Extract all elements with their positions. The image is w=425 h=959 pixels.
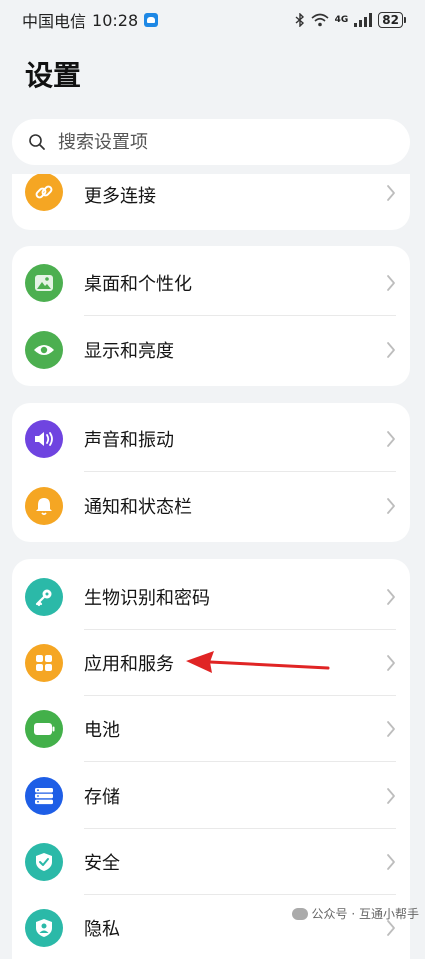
clock: 10:28 bbox=[92, 10, 139, 30]
settings-item-biometrics-password[interactable]: 生物识别和密码 bbox=[12, 564, 410, 630]
signal-icon bbox=[354, 13, 373, 27]
network-type-label: 4G bbox=[334, 15, 349, 25]
settings-item-label: 隐私 bbox=[84, 919, 120, 940]
settings-item-label: 声音和振动 bbox=[84, 430, 174, 451]
settings-item-display-brightness[interactable]: 显示和亮度 bbox=[12, 317, 410, 383]
shield-check-icon bbox=[25, 843, 63, 881]
search-bar[interactable] bbox=[12, 119, 410, 165]
apps-icon bbox=[25, 644, 63, 682]
link-icon bbox=[25, 174, 63, 211]
status-left: 中国电信 10:28 bbox=[22, 8, 159, 32]
carrier-label: 中国电信 bbox=[22, 12, 87, 31]
settings-item-desktop-personalization[interactable]: 桌面和个性化 bbox=[12, 250, 410, 316]
settings-item-sound-vibration[interactable]: 声音和振动 bbox=[12, 406, 410, 472]
watermark: 公众号 · 互通小帮手 bbox=[291, 905, 419, 922]
wifi-icon bbox=[311, 13, 329, 27]
key-icon bbox=[25, 578, 63, 616]
wechat-icon bbox=[291, 907, 308, 920]
settings-card-display: 桌面和个性化 显示和亮度 bbox=[12, 246, 410, 386]
chevron-right-icon bbox=[387, 589, 395, 605]
divider bbox=[84, 761, 396, 762]
settings-card-connections: 更多连接 bbox=[12, 174, 410, 230]
chevron-right-icon bbox=[387, 498, 395, 514]
settings-item-label: 应用和服务 bbox=[84, 654, 174, 675]
chevron-right-icon bbox=[387, 788, 395, 804]
chevron-right-icon bbox=[387, 185, 395, 201]
storage-icon bbox=[25, 777, 63, 815]
bell-icon bbox=[25, 487, 63, 525]
chevron-right-icon bbox=[387, 721, 395, 737]
speaker-icon bbox=[25, 420, 63, 458]
settings-item-label: 显示和亮度 bbox=[84, 341, 174, 362]
page-title: 设置 bbox=[25, 59, 82, 92]
bluetooth-icon bbox=[295, 13, 304, 27]
search-input[interactable] bbox=[56, 130, 380, 154]
divider bbox=[84, 315, 396, 316]
settings-card-system: 生物识别和密码 应用和服务 电池 存储 安全 隐私 bbox=[12, 559, 410, 959]
settings-item-storage[interactable]: 存储 bbox=[12, 763, 410, 829]
settings-item-label: 存储 bbox=[84, 787, 120, 808]
settings-item-security[interactable]: 安全 bbox=[12, 829, 410, 895]
settings-item-notifications-statusbar[interactable]: 通知和状态栏 bbox=[12, 473, 410, 539]
chevron-right-icon bbox=[387, 275, 395, 291]
settings-item-battery[interactable]: 电池 bbox=[12, 696, 410, 762]
battery-icon bbox=[25, 710, 63, 748]
chevron-right-icon bbox=[387, 342, 395, 358]
annotation-arrow-icon bbox=[186, 651, 330, 673]
image-icon bbox=[25, 264, 63, 302]
battery-indicator: 82 bbox=[378, 12, 406, 28]
status-bar: 中国电信 10:28 4G 82 bbox=[0, 0, 425, 40]
chevron-right-icon bbox=[387, 655, 395, 671]
privacy-icon bbox=[25, 909, 63, 947]
divider bbox=[84, 471, 396, 472]
watermark-text: 公众号 · 互通小帮手 bbox=[311, 907, 419, 921]
status-right: 4G 82 bbox=[295, 12, 406, 28]
chevron-right-icon bbox=[387, 854, 395, 870]
settings-item-label: 桌面和个性化 bbox=[84, 274, 192, 295]
notification-app-icon bbox=[144, 13, 159, 27]
settings-item-label: 更多连接 bbox=[84, 186, 156, 207]
chevron-right-icon bbox=[387, 431, 395, 447]
settings-item-label: 安全 bbox=[84, 853, 120, 874]
eye-icon bbox=[25, 331, 63, 369]
settings-item-label: 通知和状态栏 bbox=[84, 497, 192, 518]
search-icon bbox=[29, 134, 45, 150]
settings-item-more-connections[interactable]: 更多连接 bbox=[12, 174, 410, 230]
settings-item-label: 生物识别和密码 bbox=[84, 588, 210, 609]
settings-item-label: 电池 bbox=[84, 720, 120, 741]
settings-card-sound-notifications: 声音和振动 通知和状态栏 bbox=[12, 403, 410, 542]
